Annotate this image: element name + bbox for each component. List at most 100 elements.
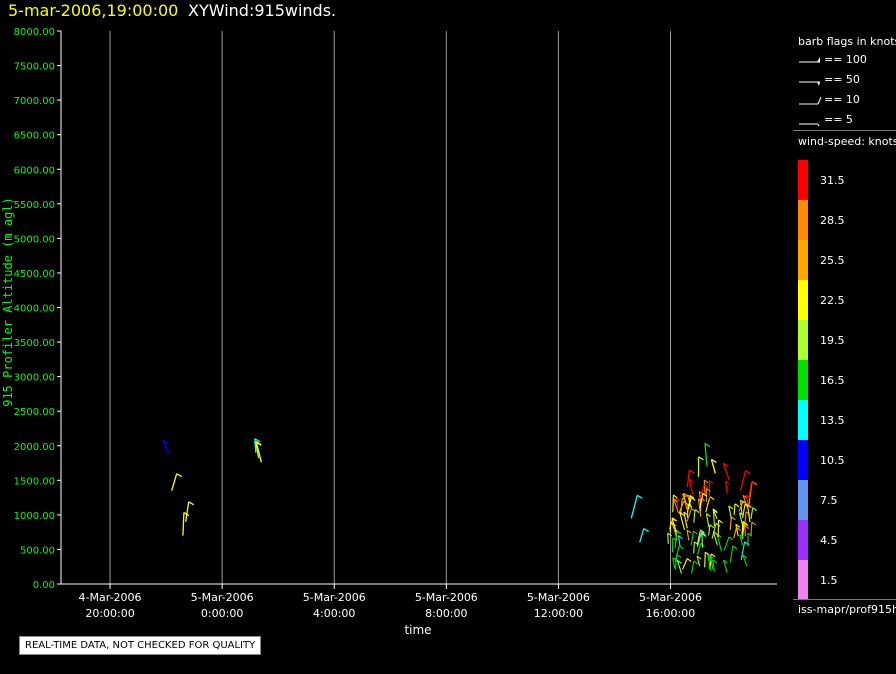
wind-barb [667, 532, 673, 544]
y-tick-label: 3500.00 [14, 338, 55, 349]
wind-barb [712, 530, 718, 546]
wind-barb [677, 535, 683, 547]
time-gridlines [109, 31, 672, 584]
y-tick-label: 500.00 [20, 545, 55, 556]
x-tick-label-time: 8:00:00 [425, 607, 467, 620]
wind-barb [738, 500, 748, 512]
colorbar-segment [798, 200, 808, 240]
colorbar-segment [798, 400, 808, 440]
wind-barb [683, 492, 688, 510]
barb-legend-50-label: == 50 [824, 73, 860, 86]
colorbar-label: 4.5 [820, 534, 838, 547]
colorbar-segment [798, 320, 808, 360]
colorbar-segment [798, 480, 808, 520]
wind-barb [671, 537, 678, 553]
colorbar-segment [798, 520, 808, 560]
wind-barb [739, 470, 751, 491]
x-tick-label-time: 16:00:00 [646, 607, 695, 620]
barb-legend-50: == 50 [798, 73, 896, 89]
data-source-label: iss-mapr/prof915h [798, 603, 896, 616]
barb-legend-10: == 10 [798, 93, 896, 109]
wind-barb [710, 458, 717, 474]
barb-legend-5: == 5 [798, 113, 896, 129]
y-tick-label: 1500.00 [14, 476, 55, 487]
barb-legend-5-label: == 5 [824, 113, 853, 126]
x-tick-label-time: 4:00:00 [313, 607, 355, 620]
colorbar-label: 22.5 [820, 294, 845, 307]
x-tick-label-date: 5-Mar-2006 [303, 591, 366, 604]
x-ticks: 4-Mar-2006 20:00:00 5-Mar-2006 0:00:00 5-Mar… [79, 584, 702, 620]
plot-axes [60, 31, 777, 585]
barb-legend-10-label: == 10 [824, 93, 860, 106]
wind-barb [691, 560, 699, 574]
colorbar-segment [798, 240, 808, 280]
colorbar-label: 10.5 [820, 454, 845, 467]
x-tick-label-date: 5-Mar-2006 [415, 591, 478, 604]
colorbar-label: 16.5 [820, 374, 845, 387]
y-tick-label: 2000.00 [14, 442, 55, 453]
y-tick-label: 4000.00 [14, 304, 55, 315]
x-tick-label-time: 20:00:00 [85, 607, 134, 620]
colorbar-label: 28.5 [820, 214, 845, 227]
barb-legend-title: barb flags in knots [798, 35, 896, 48]
wind-barb [693, 509, 700, 523]
x-tick-label-time: 0:00:00 [201, 607, 243, 620]
x-tick-label-time: 12:00:00 [534, 607, 583, 620]
colorbar-label: 13.5 [820, 414, 845, 427]
wind-barb [682, 558, 692, 570]
legend-panel: barb flags in knots == 100 == 50 == 10 =… [793, 30, 896, 624]
y-tick-label: 0.00 [33, 580, 55, 591]
flag-barb-icon [799, 57, 820, 63]
wind-barb [708, 480, 714, 499]
wind-barb [711, 522, 721, 539]
barb-legend-100: == 100 [798, 53, 896, 69]
wind-barb [679, 511, 686, 531]
x-tick-label-date: 5-Mar-2006 [639, 591, 702, 604]
wind-barb [630, 494, 643, 519]
wind-barb [639, 527, 650, 543]
wind-barb [733, 503, 740, 515]
wind-barb [742, 554, 748, 567]
colorbar-label: 1.5 [820, 574, 838, 587]
colorbar-segment [798, 440, 808, 480]
y-tick-label: 3000.00 [14, 373, 55, 384]
x-tick-label-date: 4-Mar-2006 [79, 591, 142, 604]
half-barb-icon [799, 123, 820, 127]
wind-barb [676, 559, 683, 574]
wind-barb [712, 559, 718, 572]
colorbar-segment [798, 560, 808, 600]
legend-divider [793, 130, 896, 131]
wind-barb [696, 555, 702, 567]
y-axis-title: 915 Profiler Altitude (m agl) [1, 197, 15, 407]
wind-barb [722, 462, 730, 481]
wind-barb [729, 545, 738, 563]
quality-disclaimer: REAL-TIME DATA, NOT CHECKED FOR QUALITY [19, 636, 262, 655]
wind-barb [182, 512, 190, 536]
x-axis-title: time [404, 623, 431, 637]
y-tick-label: 5500.00 [14, 200, 55, 211]
wind-barb [725, 480, 730, 494]
y-tick-label: 7500.00 [14, 62, 55, 73]
wind-barb [735, 523, 741, 537]
wind-barb [750, 507, 758, 520]
barb-legend-100-label: == 100 [824, 53, 867, 66]
colorbar-label: 31.5 [820, 174, 845, 187]
speed-colorbar: 31.5 28.5 25.5 22.5 19.5 16.5 13.5 10.5 7.5 4.5 1.… [798, 160, 845, 600]
wind-barb [717, 519, 723, 538]
y-tick-label: 8000.00 [14, 27, 55, 38]
y-tick-label: 5000.00 [14, 234, 55, 245]
wind-barb [162, 439, 170, 455]
y-tick-label: 6500.00 [14, 131, 55, 142]
wind-barb [729, 516, 736, 530]
wind-barb [722, 559, 728, 573]
wind-barb [704, 442, 711, 467]
y-tick-label: 2500.00 [14, 407, 55, 418]
colorbar-label: 19.5 [820, 334, 845, 347]
wind-barb [686, 529, 692, 541]
full-barb-icon [799, 96, 822, 105]
y-tick-label: 6000.00 [14, 165, 55, 176]
wind-barb [697, 456, 704, 477]
wind-barb [739, 534, 745, 546]
speed-legend-title: wind-speed: knots [798, 135, 896, 148]
x-tick-label-date: 5-Mar-2006 [191, 591, 254, 604]
